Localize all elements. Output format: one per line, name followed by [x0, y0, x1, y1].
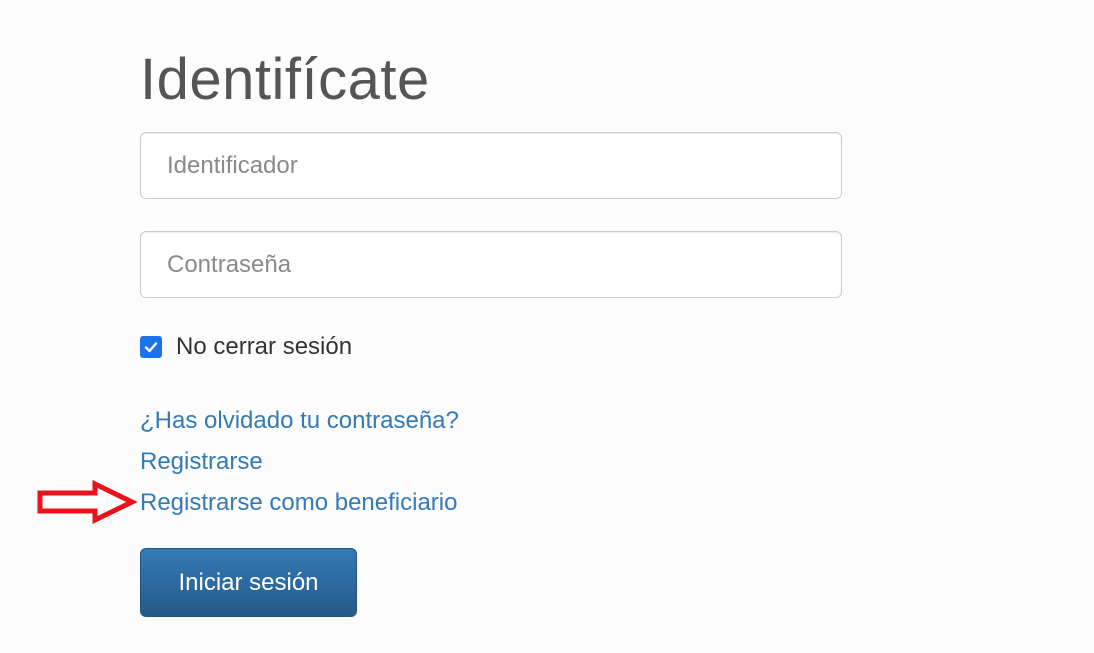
login-button[interactable]: Iniciar sesión — [140, 548, 357, 617]
identifier-input[interactable] — [140, 132, 842, 199]
red-arrow-right-icon — [37, 480, 137, 524]
register-beneficiary-link[interactable]: Registrarse como beneficiario — [140, 482, 459, 523]
remember-me-label: No cerrar sesión — [176, 333, 353, 360]
password-input[interactable] — [140, 231, 842, 298]
register-link[interactable]: Registrarse — [140, 441, 459, 482]
remember-me-option[interactable]: No cerrar sesión — [140, 333, 352, 361]
page-title: Identifícate — [140, 47, 430, 112]
account-links: ¿Has olvidado tu contraseña? Registrarse… — [140, 400, 459, 523]
forgot-password-link[interactable]: ¿Has olvidado tu contraseña? — [140, 400, 459, 441]
login-page: Identifícate No cerrar sesión ¿Has olvid… — [0, 0, 1094, 653]
remember-me-checkbox[interactable] — [140, 336, 162, 358]
checkmark-icon — [144, 342, 158, 353]
